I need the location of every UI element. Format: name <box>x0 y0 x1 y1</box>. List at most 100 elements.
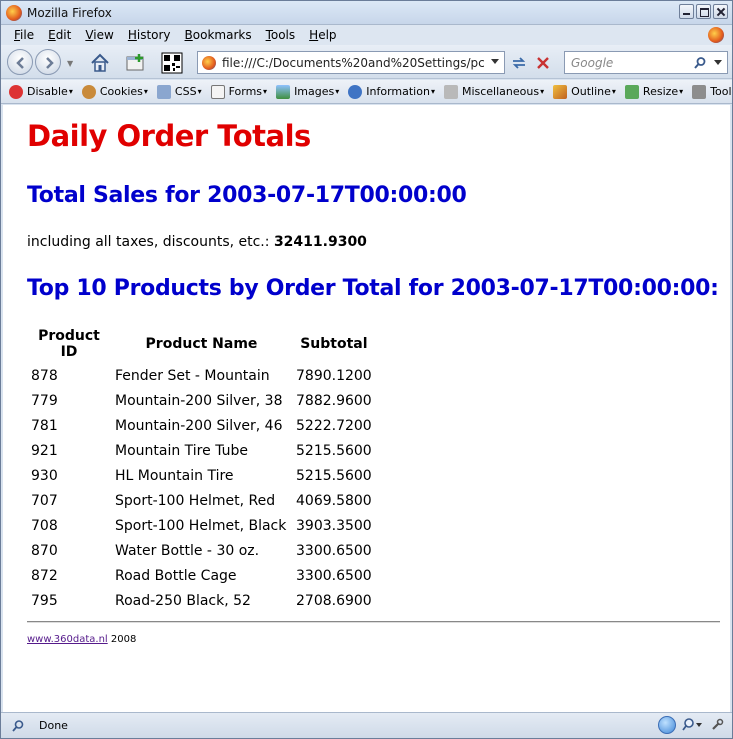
product-id-cell: 795 <box>31 592 58 609</box>
miscellaneous-icon <box>443 84 458 99</box>
product-id-cell: 872 <box>31 567 58 584</box>
resize-icon <box>624 84 639 99</box>
dev-resize-menu[interactable]: Resize ▾ <box>624 84 683 99</box>
table-row: 872 Road Bottle Cage 3300.6500 <box>27 563 376 588</box>
dev-images-label: Images <box>294 85 335 98</box>
subtotal-cell: 2708.6900 <box>296 592 372 609</box>
back-button[interactable] <box>7 49 33 75</box>
table-row: 870 Water Bottle - 30 oz. 3300.6500 <box>27 538 376 563</box>
footer-link[interactable]: www.360data.nl <box>27 634 108 645</box>
dev-disable-label: Disable <box>27 85 68 98</box>
product-name-cell: Mountain-200 Silver, 46 <box>115 417 283 434</box>
forward-button[interactable] <box>35 49 61 75</box>
dropdown-arrow-icon: ▾ <box>611 87 616 96</box>
search-bar[interactable]: Google <box>564 51 728 74</box>
menu-history[interactable]: History <box>121 28 178 42</box>
table-row: 781 Mountain-200 Silver, 46 5222.7200 <box>27 413 376 438</box>
globe-icon[interactable] <box>658 716 676 734</box>
dev-cookies-label: Cookies <box>99 85 143 98</box>
minimize-button[interactable] <box>679 4 694 19</box>
menu-tools[interactable]: Tools <box>259 28 303 42</box>
dev-cookies-menu[interactable]: Cookies ▾ <box>81 84 148 99</box>
table-row: 795 Road-250 Black, 52 2708.6900 <box>27 588 376 613</box>
menu-bar: File Edit View History Bookmarks Tools H… <box>1 25 732 45</box>
reload-icon[interactable] <box>509 53 529 73</box>
close-button[interactable] <box>713 4 728 19</box>
product-name-cell: Sport-100 Helmet, Red <box>115 492 276 509</box>
product-id-cell: 707 <box>31 492 58 509</box>
images-icon <box>276 84 291 99</box>
subtotal-cell: 3300.6500 <box>296 567 372 584</box>
dev-images-menu[interactable]: Images ▾ <box>276 84 340 99</box>
forward-arrow-icon <box>46 57 54 69</box>
address-bar[interactable]: file:///C:/Documents%20and%20Settings/pc… <box>197 51 505 74</box>
product-id-cell: 781 <box>31 417 58 434</box>
throbber-icon <box>708 27 724 43</box>
dev-tools-label: Tools <box>710 85 732 98</box>
page-title: Daily Order Totals <box>27 119 311 153</box>
address-dropdown-icon[interactable] <box>491 59 499 64</box>
navigation-toolbar: ▼ file:///C:/Documents%20and%20Settings/… <box>1 45 732 79</box>
dev-forms-label: Forms <box>228 85 263 98</box>
search-input[interactable]: Google <box>571 56 613 70</box>
total-sales-heading: Total Sales for 2003-07-17T00:00:00 <box>27 183 467 208</box>
stop-icon[interactable] <box>533 53 553 73</box>
footer-year: 2008 <box>110 634 137 645</box>
column-header-product-name: Product Name <box>145 336 258 352</box>
horizontal-divider <box>27 621 720 623</box>
top-products-table: Product ID Product Name Subtotal 878 Fend… <box>27 325 376 613</box>
browser-window: Mozilla Firefox File Edit View History B… <box>0 0 733 739</box>
status-text: Done <box>39 719 68 732</box>
table-row: 930 HL Mountain Tire 5215.5600 <box>27 463 376 488</box>
search-icon[interactable] <box>693 56 707 70</box>
zoom-icon[interactable] <box>682 717 704 733</box>
menu-help[interactable]: Help <box>302 28 343 42</box>
table-row: 708 Sport-100 Helmet, Black 3903.3500 <box>27 513 376 538</box>
product-id-cell: 779 <box>31 392 58 409</box>
history-dropdown-icon[interactable]: ▼ <box>67 59 73 68</box>
dev-forms-menu[interactable]: Forms ▾ <box>210 84 268 99</box>
information-icon <box>348 84 363 99</box>
dev-information-menu[interactable]: Information ▾ <box>348 84 435 99</box>
qr-code-icon[interactable] <box>161 52 183 74</box>
sales-total-value: 32411.9300 <box>273 234 367 250</box>
sales-summary-label: including all taxes, discounts, etc.: <box>27 234 270 250</box>
back-arrow-icon <box>16 57 24 69</box>
settings-wrench-icon[interactable] <box>710 718 724 732</box>
dev-css-menu[interactable]: CSS ▾ <box>156 84 202 99</box>
table-row: 921 Mountain Tire Tube 5215.5600 <box>27 438 376 463</box>
dev-miscellaneous-menu[interactable]: Miscellaneous ▾ <box>443 84 545 99</box>
dev-disable-menu[interactable]: Disable ▾ <box>9 84 73 99</box>
table-row: 878 Fender Set - Mountain 7890.1200 <box>27 363 376 388</box>
maximize-button[interactable] <box>696 4 711 19</box>
menu-file[interactable]: File <box>7 28 41 42</box>
dev-tools-menu[interactable]: Tools <box>692 84 732 99</box>
status-search-icon <box>12 720 24 732</box>
window-title: Mozilla Firefox <box>27 6 112 20</box>
new-tab-icon[interactable] <box>125 52 147 74</box>
menu-edit[interactable]: Edit <box>41 28 78 42</box>
menu-bookmarks[interactable]: Bookmarks <box>178 28 259 42</box>
dev-outline-label: Outline <box>571 85 611 98</box>
search-engine-dropdown-icon[interactable] <box>714 60 722 65</box>
subtotal-cell: 5222.7200 <box>296 417 372 434</box>
dev-outline-menu[interactable]: Outline ▾ <box>553 84 616 99</box>
home-icon[interactable] <box>89 52 111 74</box>
dropdown-arrow-icon: ▾ <box>197 87 202 96</box>
dropdown-arrow-icon: ▾ <box>540 87 545 96</box>
dropdown-arrow-icon: ▾ <box>335 87 340 96</box>
product-id-cell: 708 <box>31 517 58 534</box>
menu-view[interactable]: View <box>78 28 120 42</box>
product-name-cell: HL Mountain Tire <box>115 467 234 484</box>
web-developer-toolbar: Disable ▾ Cookies ▾ CSS ▾ Forms ▾ Images ▾ In… <box>1 80 732 104</box>
dropdown-arrow-icon: ▾ <box>263 87 268 96</box>
product-name-cell: Road-250 Black, 52 <box>115 592 251 609</box>
address-input[interactable]: file:///C:/Documents%20and%20Settings/pc… <box>222 56 484 70</box>
product-id-cell: 921 <box>31 442 58 459</box>
dev-css-label: CSS <box>174 85 197 98</box>
disable-icon <box>9 84 23 99</box>
product-name-cell: Road Bottle Cage <box>115 567 237 584</box>
dropdown-arrow-icon: ▾ <box>430 87 435 96</box>
subtotal-cell: 4069.5800 <box>296 492 372 509</box>
product-name-cell: Water Bottle - 30 oz. <box>115 542 260 559</box>
